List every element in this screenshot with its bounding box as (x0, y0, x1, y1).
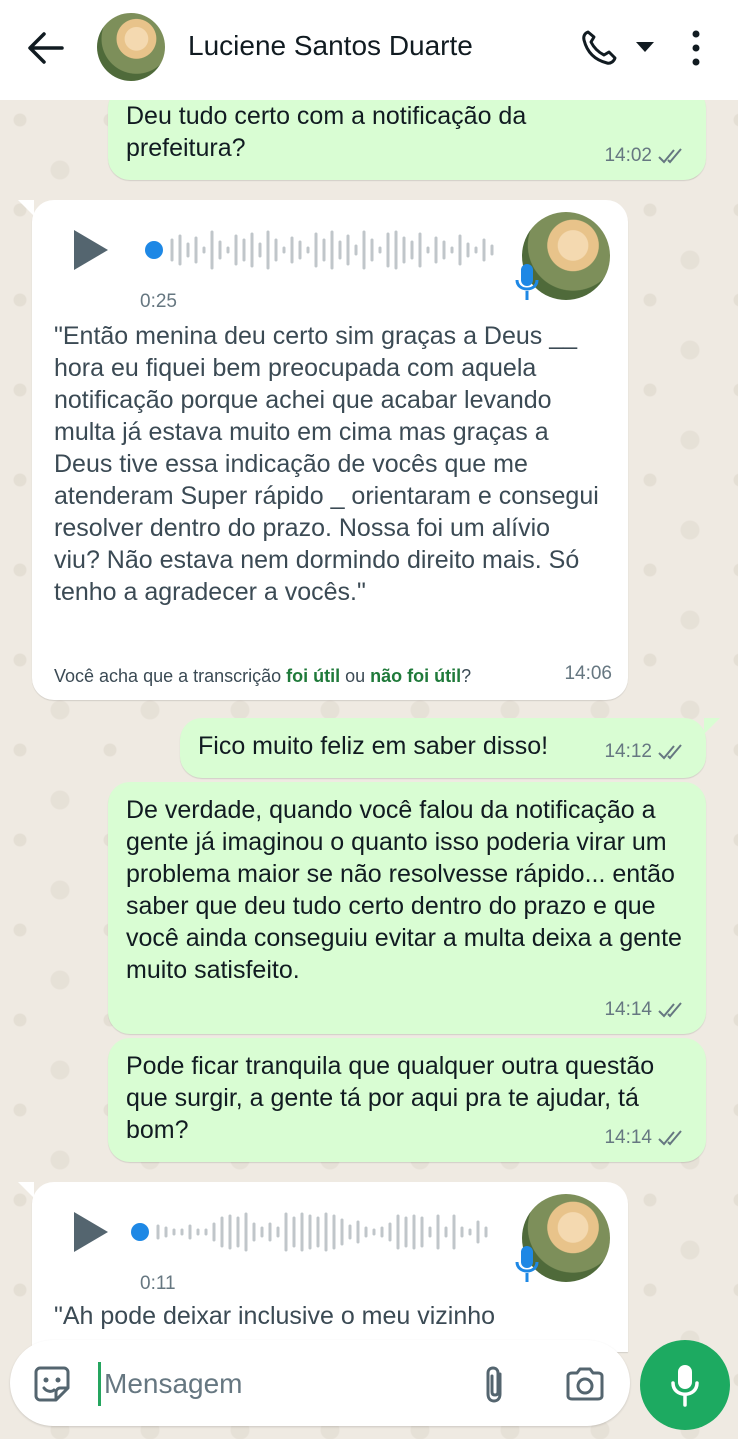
play-icon[interactable] (70, 1210, 110, 1254)
bubble-tail (18, 1182, 34, 1198)
message-time: 14:14 (604, 999, 652, 1020)
feedback-mid: ou (340, 666, 371, 686)
read-double-check-icon (658, 1002, 682, 1018)
message-time: 14:12 (604, 741, 652, 762)
voice-mic-icon (515, 1246, 539, 1282)
message-meta: 14:14 (604, 994, 688, 1026)
message-meta: 14:02 (604, 140, 688, 172)
message-meta: 14:12 (604, 736, 688, 768)
phone-call-icon[interactable] (580, 28, 618, 66)
feedback-useful-link[interactable]: foi útil (286, 666, 340, 686)
read-double-check-icon (658, 1130, 682, 1146)
message-time: 14:06 (564, 663, 612, 684)
read-double-check-icon (658, 148, 682, 164)
chat-header: Luciene Santos Duarte (0, 0, 738, 100)
play-icon[interactable] (70, 228, 110, 272)
voice-mic-icon (515, 264, 539, 300)
read-double-check-icon (658, 744, 682, 760)
audio-waveform[interactable] (128, 1210, 498, 1254)
message-composer (10, 1340, 630, 1426)
camera-icon[interactable] (564, 1366, 606, 1402)
feedback-prefix: Você acha que a transcrição (54, 666, 287, 686)
contact-name[interactable]: Luciene Santos Duarte (188, 30, 473, 62)
contact-avatar[interactable] (97, 13, 165, 81)
audio-waveform[interactable] (142, 228, 502, 272)
text-cursor (98, 1362, 101, 1406)
microphone-icon (671, 1365, 699, 1407)
more-options-icon[interactable] (686, 28, 706, 68)
message-text: Fico muito feliz em saber disso! (198, 732, 549, 760)
outgoing-message[interactable]: Fico muito feliz em saber disso! 14:12 (180, 718, 720, 778)
bubble-tail (18, 200, 34, 216)
message-meta: 14:14 (604, 1122, 688, 1154)
message-text: De verdade, quando você falou da notific… (126, 796, 682, 984)
attach-icon[interactable] (480, 1364, 510, 1404)
voice-record-button[interactable] (640, 1340, 730, 1430)
message-input[interactable] (102, 1358, 466, 1410)
voice-duration: 0:25 (140, 291, 177, 312)
outgoing-message[interactable]: Deu tudo certo com a notificação da pref… (108, 86, 706, 180)
voice-duration: 0:11 (140, 1273, 176, 1294)
message-text: Deu tudo certo com a notificação da pref… (126, 102, 527, 162)
bubble-tail (704, 718, 720, 734)
back-arrow-icon[interactable] (26, 30, 66, 66)
feedback-suffix: ? (461, 666, 472, 686)
message-meta: 14:06 (564, 658, 612, 690)
outgoing-message[interactable]: De verdade, quando você falou da notific… (108, 782, 706, 1034)
message-time: 14:14 (604, 1127, 652, 1148)
message-time: 14:02 (604, 145, 652, 166)
voice-transcript: "Então menina deu certo sim graças a Deu… (54, 322, 599, 606)
incoming-voice-message[interactable]: 0:11 "Ah pode deixar inclusive o meu viz… (18, 1182, 628, 1352)
transcript-feedback: Você acha que a transcrição foi útil ou … (54, 660, 471, 692)
incoming-voice-message[interactable]: 0:25 "Então menina deu certo sim graças … (18, 200, 628, 700)
voice-transcript: "Ah pode deixar inclusive o meu vizinho (54, 1302, 496, 1330)
feedback-not-useful-link[interactable]: não foi útil (370, 666, 461, 686)
outgoing-message[interactable]: Pode ficar tranquila que qualquer outra … (108, 1038, 706, 1162)
sticker-icon[interactable] (32, 1364, 72, 1404)
call-dropdown-icon[interactable] (634, 40, 656, 54)
